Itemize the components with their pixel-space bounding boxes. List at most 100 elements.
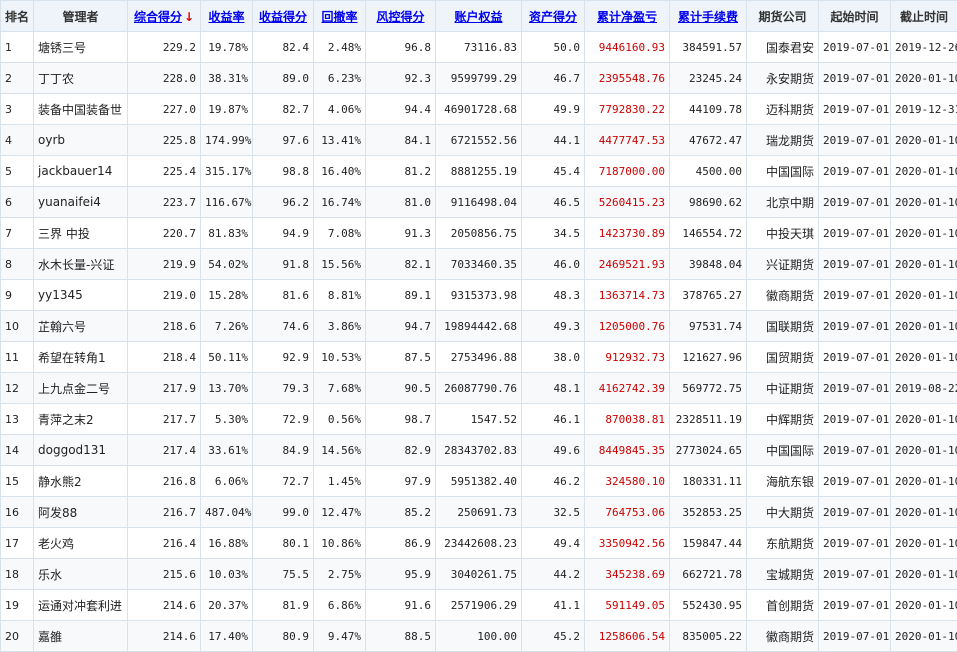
return-rate-cell: 17.40%: [201, 621, 253, 652]
rank-cell: 6: [1, 187, 34, 218]
equity-cell: 28343702.83: [436, 435, 522, 466]
drawdown-cell: 7.68%: [314, 373, 366, 404]
table-header-row: 排名 管理者 综合得分↓ 收益率 收益得分 回撤率 风控得分 账户权益 资产得分…: [1, 1, 957, 32]
return-score-cell: 74.6: [253, 311, 314, 342]
drawdown-cell: 0.56%: [314, 404, 366, 435]
header-drawdown-sort[interactable]: 回撤率: [314, 1, 366, 32]
table-row: 18乐水215.610.03%75.52.75%95.93040261.7544…: [1, 559, 957, 590]
drawdown-cell: 9.47%: [314, 621, 366, 652]
risk-score-cell: 97.9: [366, 466, 436, 497]
company-cell: 中投天琪: [747, 218, 819, 249]
end-date-cell: 2020-01-10: [891, 63, 957, 94]
company-cell: 中国国际: [747, 435, 819, 466]
fees-cell: 23245.24: [670, 63, 747, 94]
risk-score-cell: 91.3: [366, 218, 436, 249]
asset-score-cell: 46.0: [522, 249, 585, 280]
asset-score-cell: 48.3: [522, 280, 585, 311]
return-score-cell: 96.2: [253, 187, 314, 218]
manager-cell: 老火鸡: [34, 528, 128, 559]
return-rate-cell: 16.88%: [201, 528, 253, 559]
return-rate-cell: 19.78%: [201, 32, 253, 63]
manager-cell: jackbauer14: [34, 156, 128, 187]
start-date-cell: 2019-07-01: [819, 156, 891, 187]
end-date-cell: 2020-01-10: [891, 311, 957, 342]
end-date-cell: 2020-01-10: [891, 528, 957, 559]
return-rate-cell: 19.87%: [201, 94, 253, 125]
fees-cell: 159847.44: [670, 528, 747, 559]
drawdown-cell: 10.86%: [314, 528, 366, 559]
rank-cell: 10: [1, 311, 34, 342]
end-date-cell: 2020-01-10: [891, 280, 957, 311]
fees-cell: 378765.27: [670, 280, 747, 311]
drawdown-cell: 8.81%: [314, 280, 366, 311]
net-profit-cell: 1205000.76: [585, 311, 670, 342]
score-cell: 220.7: [128, 218, 201, 249]
net-profit-cell: 4477747.53: [585, 125, 670, 156]
header-rank: 排名: [1, 1, 34, 32]
equity-cell: 2050856.75: [436, 218, 522, 249]
header-asset-score-sort[interactable]: 资产得分: [522, 1, 585, 32]
end-date-cell: 2020-01-10: [891, 187, 957, 218]
company-cell: 国泰君安: [747, 32, 819, 63]
table-row: 16阿发88216.7487.04%99.012.47%85.2250691.7…: [1, 497, 957, 528]
header-end: 截止时间: [891, 1, 957, 32]
net-profit-cell: 912932.73: [585, 342, 670, 373]
fees-cell: 552430.95: [670, 590, 747, 621]
return-rate-cell: 50.11%: [201, 342, 253, 373]
manager-cell: 水木长量-兴证: [34, 249, 128, 280]
header-return-score-sort[interactable]: 收益得分: [253, 1, 314, 32]
table-row: 11希望在转角1218.450.11%92.910.53%87.52753496…: [1, 342, 957, 373]
risk-score-cell: 87.5: [366, 342, 436, 373]
rank-cell: 8: [1, 249, 34, 280]
rank-cell: 9: [1, 280, 34, 311]
score-cell: 218.6: [128, 311, 201, 342]
risk-score-cell: 85.2: [366, 497, 436, 528]
header-net-profit-sort[interactable]: 累计净盈亏: [585, 1, 670, 32]
fees-cell: 98690.62: [670, 187, 747, 218]
equity-cell: 3040261.75: [436, 559, 522, 590]
header-score-label: 综合得分: [134, 10, 182, 24]
table-row: 4oyrb225.8174.99%97.613.41%84.16721552.5…: [1, 125, 957, 156]
table-body: 1塘锈三号229.219.78%82.42.48%96.873116.8350.…: [1, 32, 957, 652]
equity-cell: 2753496.88: [436, 342, 522, 373]
header-risk-score-sort[interactable]: 风控得分: [366, 1, 436, 32]
end-date-cell: 2020-01-10: [891, 125, 957, 156]
asset-score-cell: 46.7: [522, 63, 585, 94]
start-date-cell: 2019-07-01: [819, 125, 891, 156]
rank-cell: 4: [1, 125, 34, 156]
fees-cell: 2773024.65: [670, 435, 747, 466]
return-score-cell: 82.4: [253, 32, 314, 63]
company-cell: 瑞龙期货: [747, 125, 819, 156]
return-score-cell: 81.6: [253, 280, 314, 311]
score-cell: 225.8: [128, 125, 201, 156]
sort-desc-arrow-icon: ↓: [184, 10, 194, 24]
return-score-cell: 98.8: [253, 156, 314, 187]
header-equity-sort[interactable]: 账户权益: [436, 1, 522, 32]
asset-score-cell: 38.0: [522, 342, 585, 373]
score-cell: 217.4: [128, 435, 201, 466]
end-date-cell: 2020-01-10: [891, 466, 957, 497]
manager-cell: 嘉雒: [34, 621, 128, 652]
manager-cell: doggod131: [34, 435, 128, 466]
start-date-cell: 2019-07-01: [819, 559, 891, 590]
rank-cell: 1: [1, 32, 34, 63]
start-date-cell: 2019-07-01: [819, 497, 891, 528]
fees-cell: 47672.47: [670, 125, 747, 156]
table-row: 7三界 中投220.781.83%94.97.08%91.32050856.75…: [1, 218, 957, 249]
company-cell: 徽商期货: [747, 621, 819, 652]
net-profit-cell: 764753.06: [585, 497, 670, 528]
start-date-cell: 2019-07-01: [819, 342, 891, 373]
rank-cell: 18: [1, 559, 34, 590]
manager-cell: 静水熊2: [34, 466, 128, 497]
manager-cell: 装备中国装备世: [34, 94, 128, 125]
net-profit-cell: 9446160.93: [585, 32, 670, 63]
net-profit-cell: 870038.81: [585, 404, 670, 435]
risk-score-cell: 86.9: [366, 528, 436, 559]
equity-cell: 8881255.19: [436, 156, 522, 187]
fees-cell: 2328511.19: [670, 404, 747, 435]
header-fees-sort[interactable]: 累计手续费: [670, 1, 747, 32]
asset-score-cell: 49.4: [522, 528, 585, 559]
equity-cell: 26087790.76: [436, 373, 522, 404]
header-return-rate-sort[interactable]: 收益率: [201, 1, 253, 32]
header-score-sort[interactable]: 综合得分↓: [128, 1, 201, 32]
